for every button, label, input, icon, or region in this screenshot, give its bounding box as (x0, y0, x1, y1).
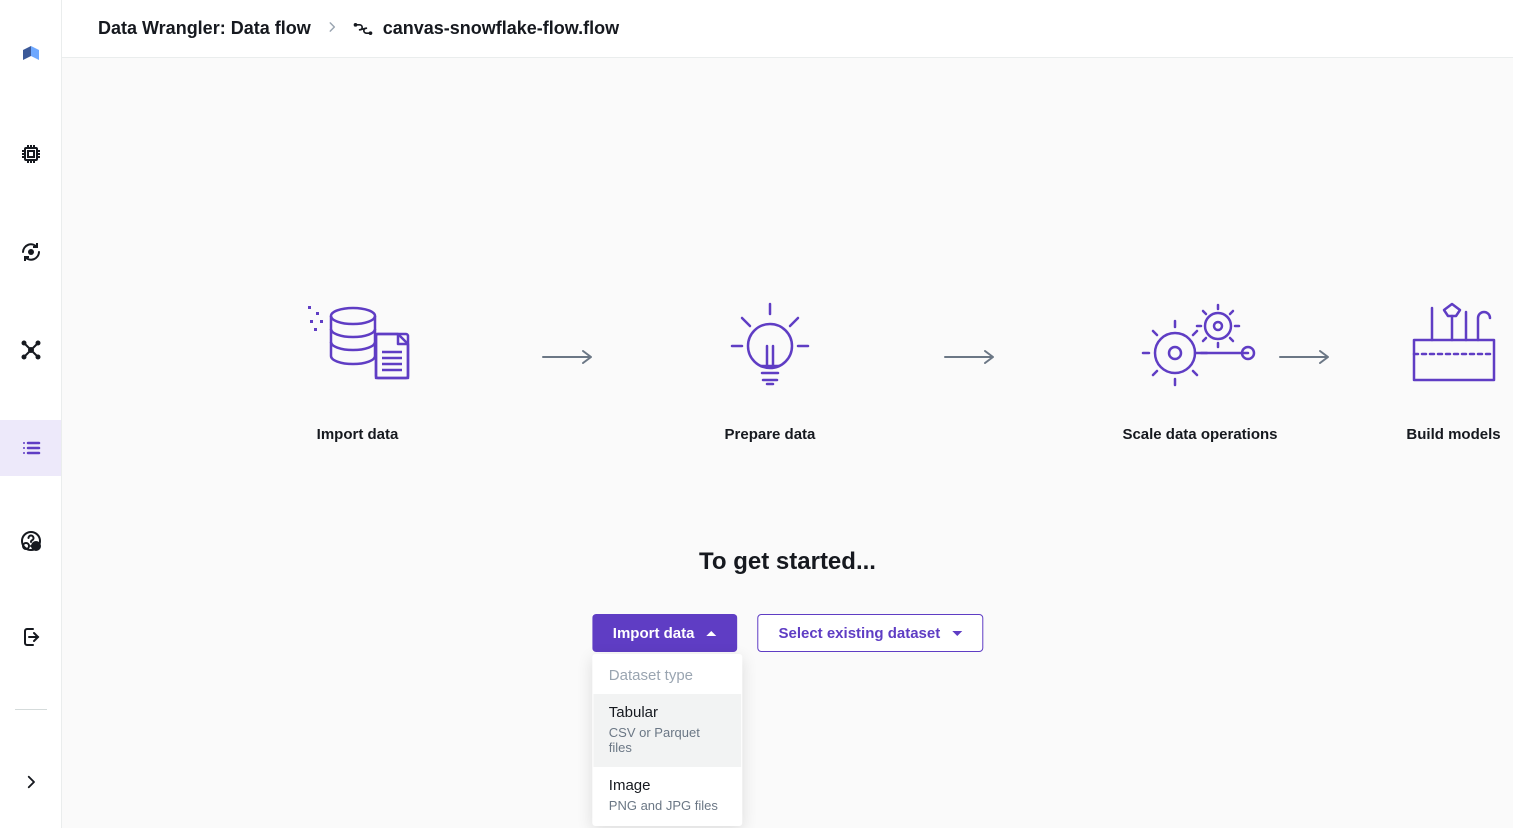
list-icon (19, 436, 43, 460)
main-area: Data Wrangler: Data flow canvas-snowflak… (62, 0, 1513, 828)
breadcrumb: Data Wrangler: Data flow canvas-snowflak… (62, 0, 1513, 58)
select-existing-button-label: Select existing dataset (778, 625, 940, 642)
action-button-row: Import data Select existing dataset Data… (592, 614, 983, 652)
dropdown-item-subtitle: PNG and JPG files (609, 798, 725, 813)
chip-icon (19, 142, 43, 166)
help-icon (19, 529, 43, 553)
dropdown-item-image[interactable]: Image PNG and JPG files (593, 767, 741, 825)
arrow-right-icon (1278, 349, 1334, 365)
nav-dataflow[interactable] (0, 420, 61, 476)
canvas-logo-icon (19, 42, 43, 71)
nav-logo[interactable] (0, 28, 61, 84)
gears-icon (1140, 298, 1260, 398)
arrow-right-icon (541, 349, 597, 365)
arrow-right-icon (943, 349, 999, 365)
nav-insights[interactable] (0, 224, 61, 280)
dropdown-item-title: Tabular (609, 704, 725, 721)
get-started-panel: To get started... Import data Select exi… (592, 548, 983, 652)
chevron-right-icon (22, 773, 40, 791)
step-label: Import data (317, 426, 399, 443)
select-existing-dataset-button[interactable]: Select existing dataset (757, 614, 983, 652)
import-data-button[interactable]: Import data (592, 614, 738, 652)
nav-graph[interactable] (0, 322, 61, 378)
flow-file-icon (353, 19, 373, 39)
step-label: Build models (1406, 426, 1500, 443)
step-label: Prepare data (725, 426, 816, 443)
step-scale: Scale data operations (1122, 298, 1277, 443)
onboarding-steps: Import data (258, 298, 1318, 443)
step-build: Build models (1404, 298, 1504, 443)
chevron-right-icon (325, 18, 339, 39)
step-import: Import data (298, 298, 418, 443)
nav-help[interactable] (0, 513, 61, 569)
import-data-icon (298, 298, 418, 398)
side-rail (0, 0, 62, 828)
nav-chip[interactable] (0, 126, 61, 182)
import-data-button-label: Import data (613, 625, 695, 642)
get-started-title: To get started... (699, 548, 876, 576)
step-prepare: Prepare data (720, 298, 820, 443)
breadcrumb-filename: canvas-snowflake-flow.flow (383, 18, 619, 39)
lightbulb-icon (720, 298, 820, 398)
dropdown-item-subtitle: CSV or Parquet files (609, 725, 725, 755)
dropdown-header: Dataset type (593, 655, 741, 694)
caret-up-icon (706, 631, 716, 636)
dropdown-item-title: Image (609, 777, 725, 794)
caret-down-icon (952, 631, 962, 636)
dropdown-item-tabular[interactable]: Tabular CSV or Parquet files (593, 694, 741, 767)
nav-expand[interactable] (0, 754, 61, 810)
step-label: Scale data operations (1122, 426, 1277, 443)
toolbox-icon (1404, 298, 1504, 398)
lightbulb-refresh-icon (19, 240, 43, 264)
canvas-content: Import data (62, 58, 1513, 828)
graph-node-icon (19, 338, 43, 362)
breadcrumb-root[interactable]: Data Wrangler: Data flow (98, 18, 311, 39)
breadcrumb-file: canvas-snowflake-flow.flow (353, 18, 619, 39)
import-data-dropdown: Dataset type Tabular CSV or Parquet file… (592, 654, 742, 826)
divider (15, 709, 47, 710)
nav-logout[interactable] (0, 609, 61, 665)
logout-icon (19, 625, 43, 649)
